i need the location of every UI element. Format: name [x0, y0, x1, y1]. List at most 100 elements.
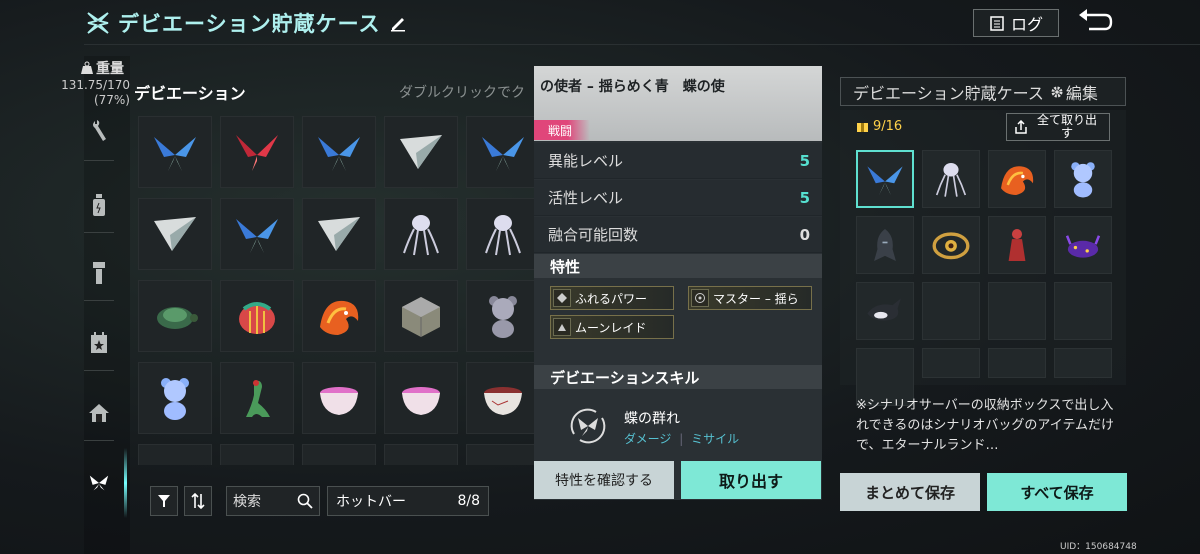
- inventory-slot[interactable]: [466, 280, 534, 352]
- search-label: 検索: [233, 494, 261, 510]
- sidebar-item-tools[interactable]: [88, 118, 110, 144]
- wrench-icon: [93, 120, 106, 141]
- sidebar-item-calendar[interactable]: [88, 330, 110, 356]
- weight-icon: [81, 61, 93, 74]
- storage-count: 9/16: [856, 119, 902, 134]
- pumpkin-pot-icon: [239, 302, 275, 334]
- back-arrow-icon[interactable]: [1075, 7, 1115, 37]
- storage-slot[interactable]: [1054, 282, 1112, 340]
- inventory-slot[interactable]: [466, 362, 534, 434]
- storage-slot[interactable]: [1054, 216, 1112, 274]
- hotbar-button[interactable]: ホットバー 8/8: [327, 486, 489, 516]
- inventory-slot[interactable]: [302, 362, 376, 434]
- inventory-slot[interactable]: [302, 280, 376, 352]
- paper-plane-icon: [400, 135, 442, 169]
- storage-title: デビエーション貯蔵ケース: [853, 83, 1044, 103]
- deviation-logo-icon: [87, 12, 109, 34]
- weight-label: 重量: [80, 58, 130, 78]
- log-button[interactable]: ログ: [973, 9, 1059, 37]
- storage-slot[interactable]: [922, 348, 980, 378]
- edit-pencil-icon[interactable]: [389, 14, 407, 32]
- calendar-star-icon: [91, 332, 107, 353]
- fire-dragon-icon: [320, 300, 359, 335]
- trait-chip[interactable]: ふれるパワー: [550, 286, 674, 310]
- inventory-slot[interactable]: [384, 198, 458, 270]
- trait-chip[interactable]: ムーンレイド: [550, 315, 674, 339]
- storage-slot[interactable]: [1054, 348, 1112, 378]
- clipboard-icon: [990, 16, 1004, 31]
- inventory-slot[interactable]: [302, 444, 376, 465]
- sidebar-item-deviation[interactable]: [88, 470, 110, 496]
- check-traits-button[interactable]: 特性を確認する: [534, 461, 674, 499]
- inventory-slot[interactable]: [220, 198, 294, 270]
- inventory-slot[interactable]: [138, 116, 212, 188]
- flashlight-icon: [93, 262, 105, 284]
- storage-slot[interactable]: [856, 282, 914, 340]
- storage-slot[interactable]: [922, 282, 980, 340]
- storage-slot[interactable]: [856, 216, 914, 274]
- inventory-toolbar: [150, 486, 212, 516]
- skill-butterfly-swarm-icon: [570, 408, 606, 444]
- take-out-button[interactable]: 取り出す: [681, 461, 821, 499]
- red-figure-icon: [1008, 229, 1026, 261]
- storage-slot[interactable]: [988, 150, 1046, 208]
- inventory-slot[interactable]: [384, 116, 458, 188]
- log-label: ログ: [1010, 15, 1043, 34]
- butterfly-red-icon: [236, 135, 278, 171]
- save-all-button[interactable]: すべて保存: [987, 473, 1127, 511]
- storage-slot[interactable]: [922, 216, 980, 274]
- sidebar-item-home[interactable]: [88, 400, 110, 426]
- inventory-slot[interactable]: [466, 116, 534, 188]
- filter-icon: [158, 495, 170, 507]
- filter-button[interactable]: [150, 486, 178, 516]
- edit-button[interactable]: 編集: [1050, 80, 1098, 104]
- inventory-slot[interactable]: [220, 444, 294, 465]
- inventory-slot[interactable]: [384, 444, 458, 465]
- storage-slot[interactable]: [856, 150, 914, 208]
- sidebar-divider: [84, 232, 114, 233]
- storage-slot[interactable]: [1054, 150, 1112, 208]
- inventory-slot[interactable]: [138, 198, 212, 270]
- inventory-slot[interactable]: [384, 280, 458, 352]
- sidebar-item-consumables[interactable]: [88, 192, 110, 218]
- sort-button[interactable]: [184, 486, 212, 516]
- orca-icon: [867, 298, 901, 321]
- inventory-slot[interactable]: [466, 198, 534, 270]
- sidebar-item-materials[interactable]: [88, 260, 110, 286]
- inventory-slot[interactable]: [138, 362, 212, 434]
- cube-icon: [402, 297, 440, 337]
- inventory-slot[interactable]: [220, 362, 294, 434]
- storage-slot[interactable]: [922, 150, 980, 208]
- inventory-slot[interactable]: [384, 362, 458, 434]
- paper-plane-icon: [154, 217, 196, 251]
- inventory-slot[interactable]: [138, 444, 212, 465]
- inventory-slot[interactable]: [220, 116, 294, 188]
- butterfly-blue-icon: [867, 166, 903, 195]
- search-input[interactable]: 検索: [226, 486, 320, 516]
- sidebar-divider: [84, 300, 114, 301]
- storage-slot[interactable]: [988, 216, 1046, 274]
- inventory-slot[interactable]: [220, 280, 294, 352]
- uid-label: UID：150684748: [1060, 542, 1137, 552]
- batch-save-button[interactable]: まとめて保存: [840, 473, 980, 511]
- storage-slot[interactable]: [988, 282, 1046, 340]
- sidebar-divider: [84, 370, 114, 371]
- stat-row-activity-level: 活性レベル 5: [534, 180, 822, 216]
- trait-moon-icon: [553, 318, 571, 336]
- skill-name: 蝶の群れ: [624, 411, 680, 427]
- inventory-slot[interactable]: [138, 280, 212, 352]
- bowl-pink-icon: [402, 387, 440, 415]
- teddy-gray-icon: [489, 296, 517, 338]
- take-all-button[interactable]: 全て取り出す: [1006, 113, 1110, 141]
- storage-slot[interactable]: [988, 348, 1046, 378]
- detail-item-name: の使者 – 揺らめく青 蝶の使: [540, 79, 725, 95]
- jellyfish-icon: [485, 215, 521, 256]
- combat-tag: 戦闘: [534, 120, 590, 140]
- inventory-slot[interactable]: [302, 198, 376, 270]
- trait-chip[interactable]: マスター – 揺ら: [688, 286, 812, 310]
- inventory-slot[interactable]: [466, 444, 534, 465]
- bowl-pink-icon: [320, 387, 358, 415]
- teddy-blue-icon: [161, 378, 189, 420]
- inventory-slot[interactable]: [302, 116, 376, 188]
- sidebar-divider: [84, 160, 114, 161]
